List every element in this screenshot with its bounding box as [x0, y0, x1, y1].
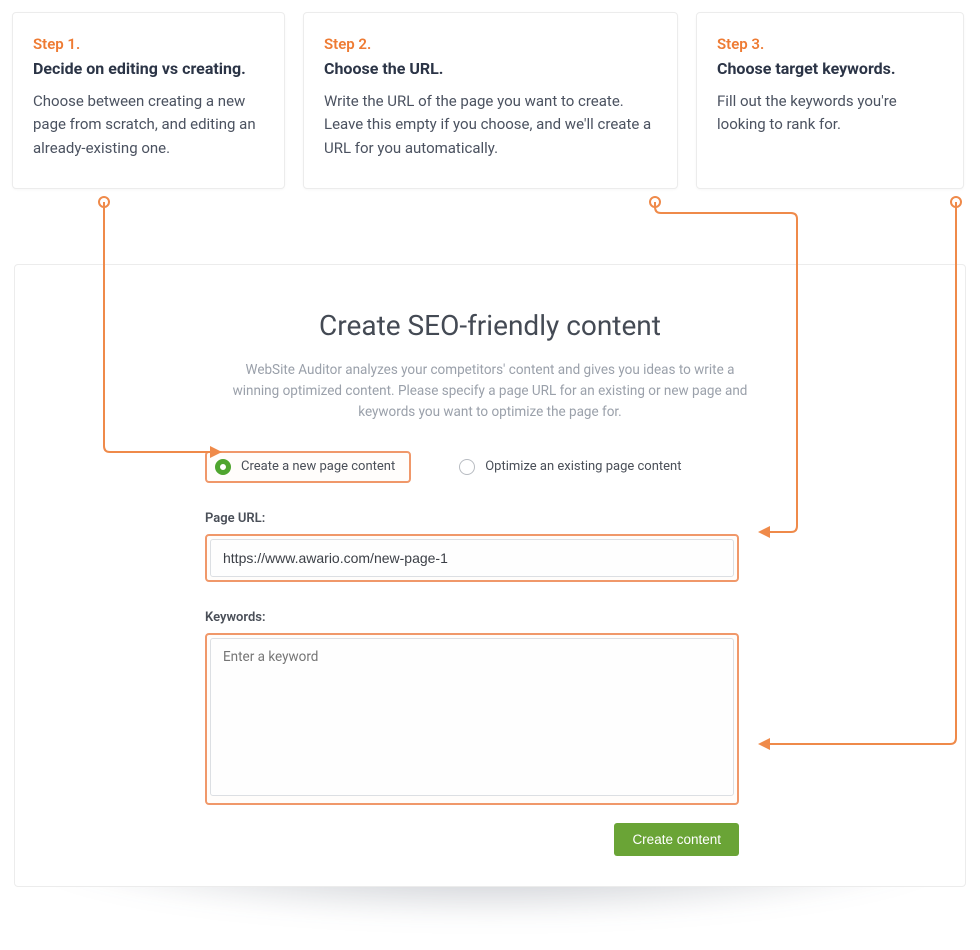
radio-row: Create a new page content Optimize an ex… — [205, 451, 739, 483]
step-title-2: Choose the URL. — [324, 59, 657, 78]
steps-row: Step 1. Decide on editing vs creating. C… — [0, 12, 980, 189]
keywords-input[interactable] — [210, 638, 734, 796]
radio-optimize-existing[interactable]: Optimize an existing page content — [459, 459, 681, 475]
radio-optimize-label: Optimize an existing page content — [485, 459, 681, 474]
page-url-input[interactable] — [210, 539, 734, 577]
step-title-1: Decide on editing vs creating. — [33, 59, 264, 78]
radio-dot-icon — [459, 459, 475, 475]
radio-create-new[interactable]: Create a new page content — [205, 451, 411, 483]
step-desc-2: Write the URL of the page you want to cr… — [324, 90, 657, 160]
step-number-3: Step 3. — [717, 35, 943, 53]
step-number-2: Step 2. — [324, 35, 657, 53]
step-number-1: Step 1. — [33, 35, 264, 53]
create-content-button[interactable]: Create content — [614, 823, 739, 856]
step-card-1: Step 1. Decide on editing vs creating. C… — [12, 12, 285, 189]
page-url-label: Page URL: — [205, 511, 739, 526]
main-panel: Create SEO-friendly content WebSite Audi… — [14, 264, 966, 887]
step-desc-1: Choose between creating a new page from … — [33, 90, 264, 160]
form-area: Create a new page content Optimize an ex… — [205, 451, 739, 856]
step-desc-3: Fill out the keywords you're looking to … — [717, 90, 943, 137]
main-subtitle: WebSite Auditor analyzes your competitor… — [230, 360, 750, 423]
radio-dot-icon — [215, 459, 231, 475]
button-row: Create content — [205, 823, 739, 856]
main-heading: Create SEO-friendly content — [53, 309, 927, 342]
keywords-label: Keywords: — [205, 610, 739, 625]
radio-create-label: Create a new page content — [241, 459, 395, 474]
step-card-3: Step 3. Choose target keywords. Fill out… — [696, 12, 964, 189]
keywords-highlight — [205, 633, 739, 805]
step-title-3: Choose target keywords. — [717, 59, 943, 78]
page-url-highlight — [205, 534, 739, 582]
step-card-2: Step 2. Choose the URL. Write the URL of… — [303, 12, 678, 189]
